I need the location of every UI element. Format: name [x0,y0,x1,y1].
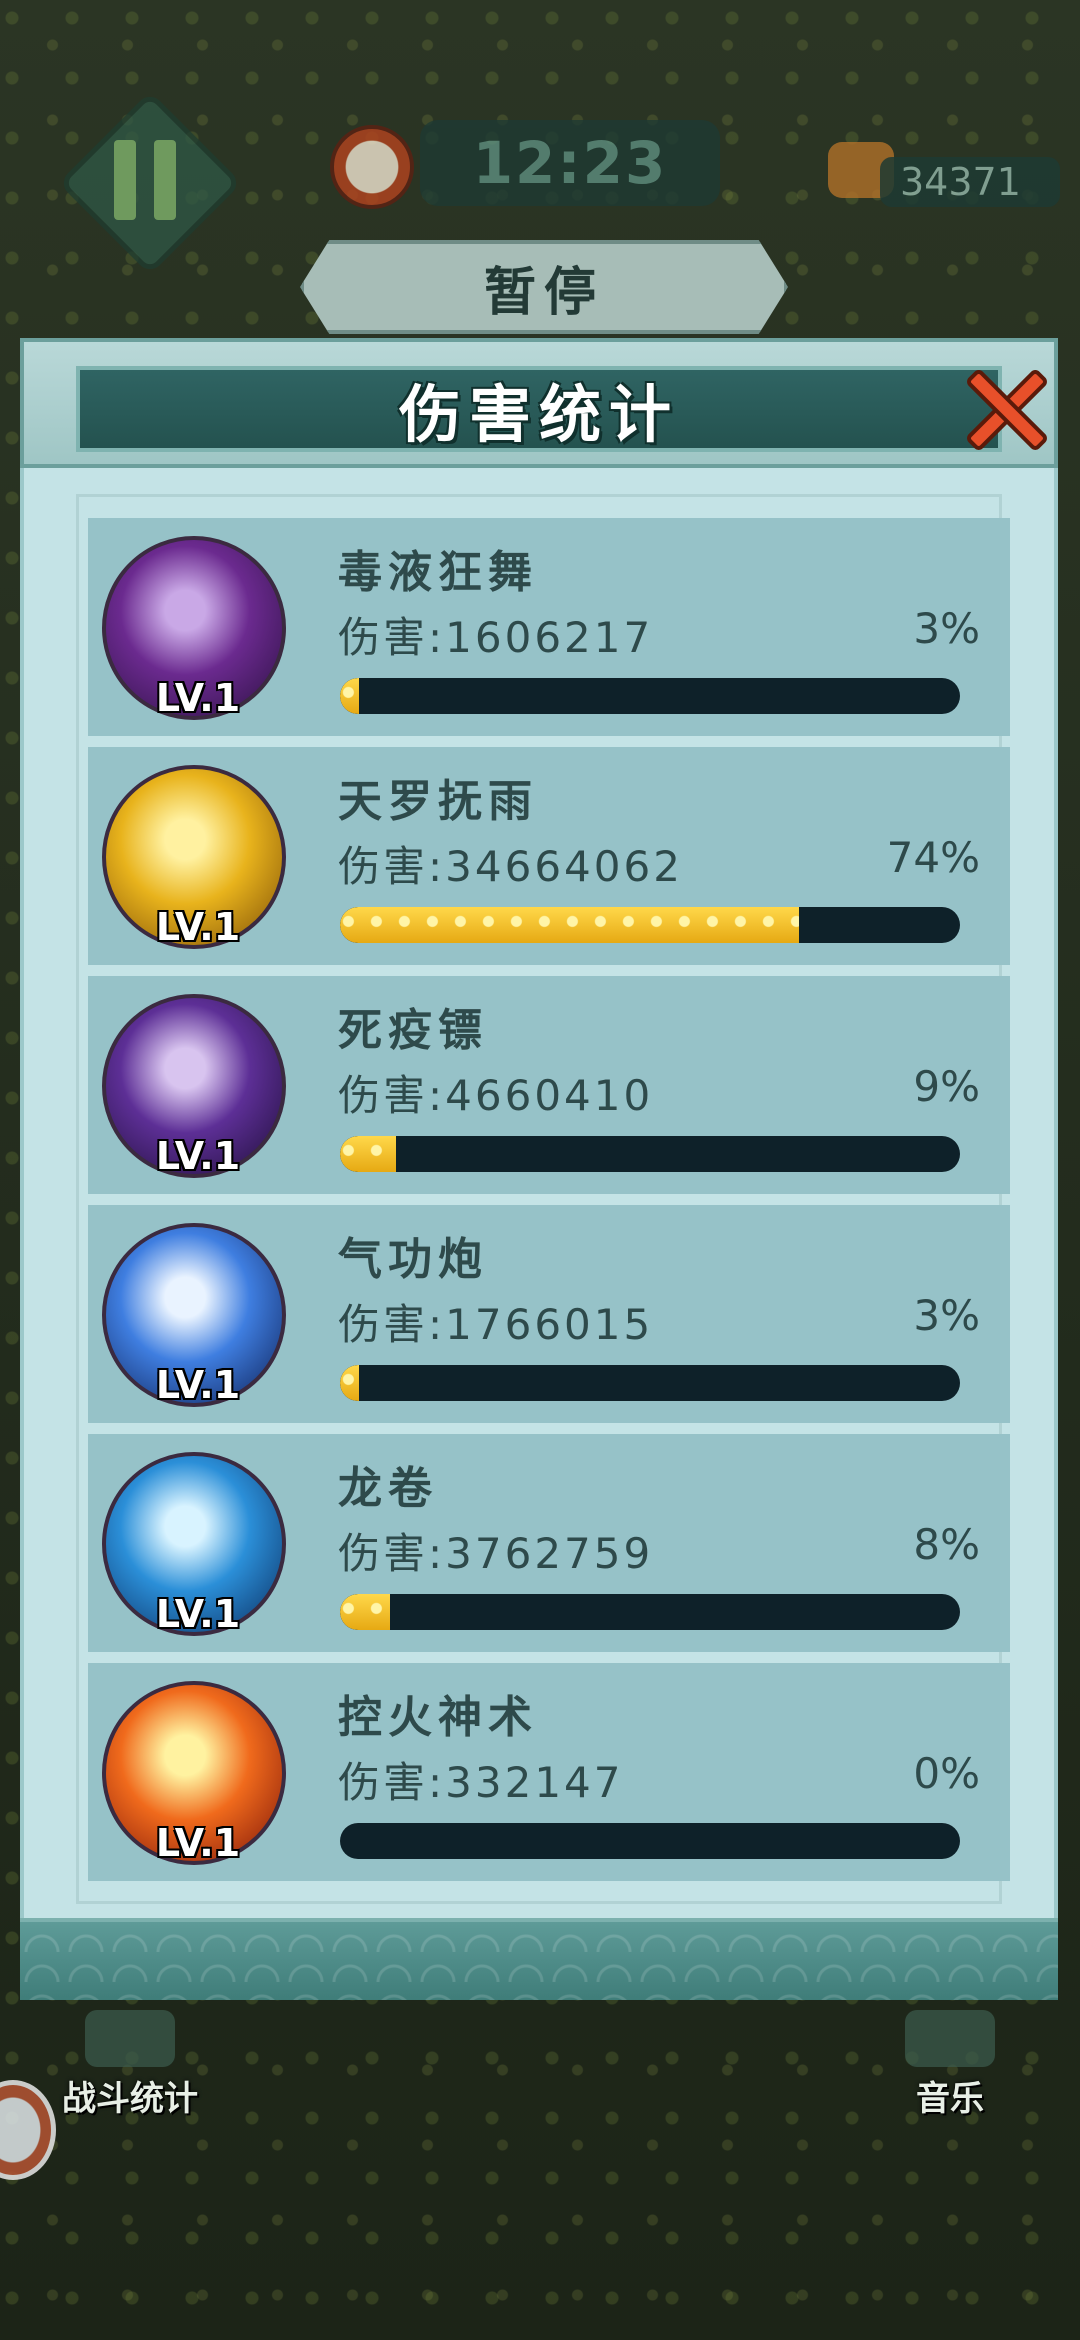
skill-name: 天罗抚雨 [338,776,538,827]
damage-progress-fill [340,1365,359,1401]
skill-level: LV.1 [155,1134,241,1178]
skill-damage-percent: 8% [913,1520,980,1569]
game-timer: 12:23 [420,120,720,206]
skill-damage: 伤害:34664062 [338,842,683,891]
damage-progress-fill [340,1136,396,1172]
music-label: 音乐 [916,2079,984,2119]
damage-progress-bar [340,907,960,943]
damage-progress-fill [340,907,799,943]
skill-row: LV.1 毒液狂舞 伤害:1606217 3% [88,518,1010,736]
skill-damage-percent: 3% [913,1291,980,1340]
damage-stats-dialog: 伤害统计 LV.1 毒液狂舞 伤害:1606217 3% LV.1 天罗抚雨 伤… [20,338,1058,2000]
damage-progress-bar [340,1365,960,1401]
coin-count: 34371 [880,157,1060,207]
skill-damage-percent: 0% [913,1749,980,1798]
skill-row: LV.1 死疫镖 伤害:4660410 9% [88,976,1010,1194]
clock-icon [330,125,414,209]
skill-level: LV.1 [155,1821,241,1865]
battle-stats-label: 战斗统计 [62,2079,198,2119]
damage-progress-bar [340,1136,960,1172]
pause-icon [105,140,185,220]
skill-damage: 伤害:4660410 [338,1071,654,1120]
dialog-title-plate: 伤害统计 [76,366,1002,452]
damage-progress-fill [340,678,359,714]
damage-progress-fill [340,1594,390,1630]
skill-damage-percent: 74% [886,833,980,882]
scroll-icon [85,2010,175,2067]
skill-name: 死疫镖 [338,1005,488,1056]
skill-damage: 伤害:3762759 [338,1529,654,1578]
skill-row: LV.1 控火神术 伤害:332147 0% [88,1663,1010,1881]
guitar-icon [905,2010,995,2067]
skill-name: 毒液狂舞 [338,547,538,598]
skill-level: LV.1 [155,905,241,949]
damage-progress-bar [340,678,960,714]
close-button[interactable] [955,360,1055,460]
damage-progress-bar [340,1594,960,1630]
skill-level: LV.1 [155,1363,241,1407]
battle-stats-button[interactable]: 战斗统计 [50,2010,210,2120]
skill-row: LV.1 龙卷 伤害:3762759 8% [88,1434,1010,1652]
skill-name: 控火神术 [338,1692,538,1743]
damage-progress-bar [340,1823,960,1859]
skill-row: LV.1 天罗抚雨 伤害:34664062 74% [88,747,1010,965]
skill-damage: 伤害:1766015 [338,1300,654,1349]
skill-damage-percent: 3% [913,604,980,653]
skill-damage: 伤害:332147 [338,1758,624,1807]
skill-damage-percent: 9% [913,1062,980,1111]
dialog-footer [20,1918,1058,2000]
skill-name: 气功炮 [338,1234,488,1285]
skill-damage: 伤害:1606217 [338,613,654,662]
skill-row: LV.1 气功炮 伤害:1766015 3% [88,1205,1010,1423]
music-button[interactable]: 音乐 [870,2010,1030,2120]
pause-status-label: 暂停 [300,240,788,334]
dialog-title: 伤害统计 [398,378,679,451]
skill-level: LV.1 [155,1592,241,1636]
skill-level: LV.1 [155,676,241,720]
skill-name: 龙卷 [338,1463,438,1514]
